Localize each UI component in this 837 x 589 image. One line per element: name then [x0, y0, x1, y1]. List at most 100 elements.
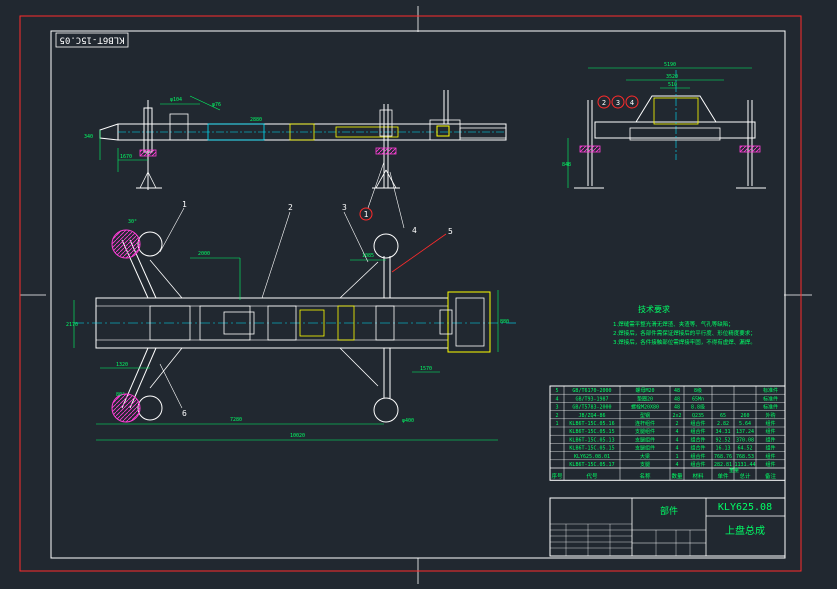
bom-cell: 组合件 — [690, 445, 705, 452]
bom-cell: 螺栓M20X80 — [631, 404, 659, 411]
bom-cell: GB/T6170-2000 — [572, 388, 611, 394]
bom-cell: 768.53 — [736, 454, 754, 460]
bom-cell: 3 — [555, 405, 558, 411]
svg-text:7280: 7280 — [230, 417, 242, 423]
svg-text:2: 2 — [288, 203, 293, 212]
bom-cell: KLB6T-15C.05.13 — [569, 437, 614, 443]
bom-cell: 48 — [674, 396, 680, 402]
bom-cell: 标准件 — [763, 387, 778, 394]
bom-header-cell: 总计 — [739, 472, 751, 480]
cad-drawing-viewport[interactable]: KLB6T-15C.05 1670 φ104 φ76 340 2880 1 4 … — [0, 0, 837, 589]
bom-table: 5 GB/T6170-2000 螺母M20 48 8级 标准件4 GB/T93-1987 垫圈… — [549, 385, 786, 481]
bom-cell: 支腿 — [640, 461, 650, 468]
svg-text:340: 340 — [84, 134, 93, 140]
svg-text:1320: 1320 — [116, 362, 128, 368]
bom-cell: 外购 — [765, 412, 775, 419]
bom-cell: 标准件 — [763, 395, 778, 402]
cad-drawing[interactable]: KLB6T-15C.05 1670 φ104 φ76 340 2880 1 4 … — [0, 0, 837, 589]
svg-text:510: 510 — [668, 82, 677, 88]
svg-text:4: 4 — [412, 226, 417, 235]
bom-cell: 260 — [740, 413, 749, 419]
bom-header-cell: 序号 — [551, 472, 563, 480]
svg-text:3: 3 — [616, 99, 620, 107]
svg-text:4: 4 — [630, 99, 634, 107]
bom-cell: KLB6T-15C.05.15 — [569, 446, 614, 452]
svg-text:φ400: φ400 — [402, 418, 414, 424]
svg-text:1: 1 — [182, 200, 187, 209]
bom-cell: GB/T93-1987 — [575, 396, 608, 402]
bom-cell: 48 — [674, 388, 680, 394]
bom-cell: 组合件 — [690, 436, 705, 443]
drawing-number: KLY625.08 — [718, 502, 772, 513]
bom-weight-header: 重量 — [729, 467, 739, 474]
bom-cell: Q235 — [692, 413, 704, 419]
bom-cell: 螺母M20 — [635, 387, 654, 394]
bom-header-cell: 代号 — [586, 472, 598, 480]
bom-cell: 1 — [555, 421, 558, 427]
svg-text:6: 6 — [182, 409, 187, 418]
svg-text:848: 848 — [562, 162, 571, 168]
bom-header-cell: 材料 — [692, 472, 704, 480]
bom-cell: 16.13 — [715, 446, 730, 452]
bom-cell: 组合件 — [690, 453, 705, 460]
svg-text:5190: 5190 — [664, 62, 676, 68]
bom-cell: 连杆组件 — [635, 420, 655, 427]
bom-cell: JB/ZQ4-86 — [578, 413, 605, 419]
bom-cell: 组件 — [765, 428, 775, 435]
bom-cell: 8.8级 — [691, 404, 705, 411]
bom-cell: GB/T5783-2000 — [572, 405, 611, 411]
bom-cell: 2x2 — [672, 413, 681, 419]
tech-line: 1.焊缝需平整光滑无焊渣、夹渣等、气孔等缺陷； — [613, 320, 734, 328]
bom-cell: 5.64 — [739, 421, 751, 427]
bom-cell: 4 — [555, 396, 558, 402]
bom-cell: 组合件 — [690, 420, 705, 427]
bom-cell: 组件 — [765, 436, 775, 443]
bom-cell: 65Mn — [692, 396, 704, 402]
bom-cell: 2 — [555, 413, 558, 419]
bom-header-cell: 数量 — [671, 472, 683, 480]
bom-cell: 65 — [720, 413, 726, 419]
svg-text:φ104: φ104 — [170, 97, 182, 103]
bom-cell: 大梁 — [640, 453, 650, 460]
title-block: 部件 KLY625.08 上盘总成 — [549, 497, 786, 557]
bom-cell: 34.31 — [715, 429, 730, 435]
bom-header-cell: 单件 — [717, 472, 729, 480]
svg-text:30°: 30° — [128, 219, 137, 225]
bom-cell: KLB6T-15C.05.16 — [569, 421, 614, 427]
bom-cell: 标准件 — [763, 404, 778, 411]
svg-text:φ76: φ76 — [212, 102, 221, 108]
front-elevation-view: 1670 φ104 φ76 340 2880 1 4 — [84, 90, 507, 235]
bom-cell: KLY625.08.01 — [574, 454, 610, 460]
side-view: 5190 3520 510 848 2 3 4 — [562, 62, 766, 189]
svg-text:1570: 1570 — [420, 366, 432, 372]
svg-text:880: 880 — [500, 319, 509, 325]
tech-line: 3.焊接后，各件接触部位需焊接牢固，不得有虚焊、漏焊。 — [613, 338, 756, 346]
outer-border — [19, 15, 802, 572]
bom-cell: 型钢 — [640, 412, 650, 419]
bom-cell: 组件 — [765, 461, 775, 468]
bom-cell: 支腿组件 — [635, 436, 655, 443]
bom-cell: 支腿组件 — [635, 428, 655, 435]
bom-cell: 92.52 — [715, 437, 730, 443]
svg-text:3: 3 — [342, 203, 347, 212]
bom-cell: 4 — [675, 446, 678, 452]
bom-cell: 组合件 — [690, 461, 705, 468]
svg-text:2170: 2170 — [66, 322, 78, 328]
plan-view: 10020 7280 2000 1085 2170 1320 1570 880 … — [66, 200, 516, 441]
bom-cell: 组件 — [765, 420, 775, 427]
bom-cell: 370.08 — [736, 437, 754, 443]
bom-cell: 2.82 — [717, 421, 729, 427]
bom-cell: 4 — [675, 437, 678, 443]
technical-requirements: 技术要求 1.焊缝需平整光滑无焊渣、夹渣等、气孔等缺陷； 2.焊接后，各部件需保… — [613, 304, 756, 346]
bom-header-cell: 备注 — [765, 472, 777, 480]
bom-cell: 1 — [675, 454, 678, 460]
svg-text:1670: 1670 — [120, 154, 132, 160]
drawing-name: 上盘总成 — [725, 524, 765, 537]
svg-text:10020: 10020 — [290, 433, 305, 439]
svg-text:2000: 2000 — [198, 251, 210, 257]
bom-cell: 4 — [675, 429, 678, 435]
svg-text:2880: 2880 — [250, 117, 262, 123]
bom-header-cell: 名称 — [639, 472, 651, 480]
tech-title: 技术要求 — [638, 304, 670, 314]
bom-cell: 768.76 — [714, 454, 732, 460]
